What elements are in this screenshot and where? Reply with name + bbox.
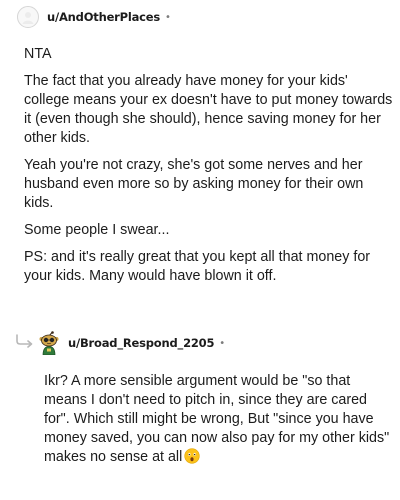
comment-thread: u/AndOtherPlaces • NTA The fact that you… [0, 0, 400, 500]
astonished-face-emoji [184, 448, 200, 464]
comment-paragraph: Yeah you're not crazy, she's got some ne… [24, 157, 364, 211]
comment-paragraph: Some people I swear... [24, 222, 170, 238]
comment-author-link[interactable]: u/AndOtherPlaces [47, 10, 160, 24]
meta-separator: • [219, 337, 226, 349]
comment-paragraph: The fact that you already have money for… [24, 73, 393, 146]
default-avatar-icon[interactable] [17, 6, 39, 28]
comment-author-link[interactable]: u/Broad_Respond_2205 [68, 336, 214, 350]
comment-header: u/AndOtherPlaces • [17, 3, 171, 31]
comment-paragraph: PS: and it's really great that you kept … [24, 249, 371, 284]
comment-paragraph: NTA [24, 46, 52, 62]
snoo-avatar-icon[interactable] [38, 331, 60, 355]
comment-paragraph: Ikr? A more sensible argument would be "… [44, 373, 390, 465]
meta-separator: • [165, 11, 171, 23]
comment-body: Ikr? A more sensible argument would be "… [44, 372, 394, 467]
comment-header: u/Broad_Respond_2205 • [38, 330, 225, 356]
comment-body: NTA The fact that you already have money… [24, 45, 396, 294]
reply-arrow-icon [16, 334, 33, 348]
